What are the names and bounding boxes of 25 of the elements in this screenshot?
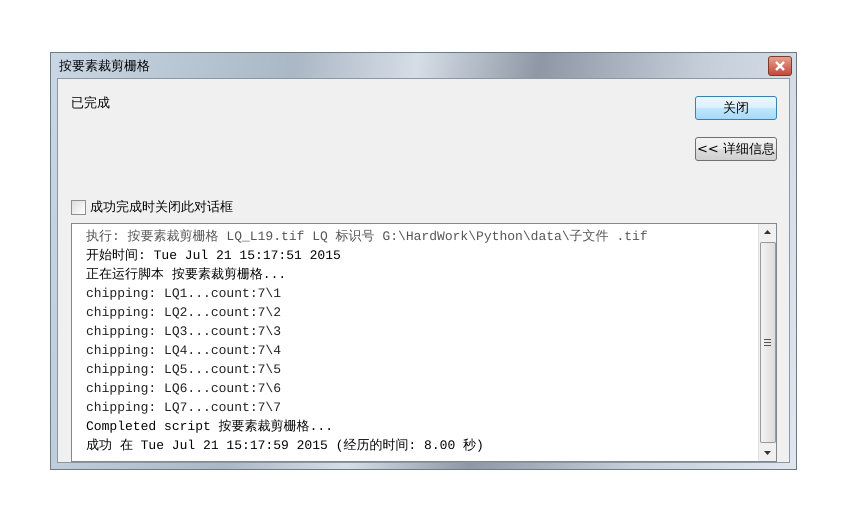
checkbox-label[interactable]: 成功完成时关闭此对话框 (90, 198, 233, 216)
close-icon (775, 60, 785, 70)
log-line: chipping: LQ2...count:7\2 (86, 304, 282, 322)
grip-icon (764, 338, 771, 346)
log-line: chipping: LQ6...count:7\6 (86, 380, 282, 398)
log-line: chipping: LQ4...count:7\4 (86, 342, 282, 360)
log-line: chipping: LQ5...count:7\5 (86, 360, 282, 379)
log-line: 执行: 按要素裁剪栅格 LQ_L19.tif LQ 标识号 G:\HardWork\Python\data\子文件 .tif (86, 228, 648, 246)
log-line: chipping: LQ7...count:7\7 (86, 398, 282, 417)
scrollbar[interactable] (758, 224, 776, 461)
log-line: 成功 在 Tue Jul 21 15:17:59 2015 (经历的时间: 8.00 秒) (86, 436, 484, 455)
log-line: chipping: LQ3...count:7\3 (86, 322, 282, 341)
log-line: chipping: LQ1...count:7\1 (86, 284, 282, 303)
window-title: 按要素裁剪栅格 (58, 58, 150, 74)
dialog-button[interactable]: 关闭 (695, 96, 777, 120)
log-line: 正在运行脚本 按要素裁剪栅格... (86, 266, 286, 284)
scrollbar-thumb[interactable] (760, 242, 776, 443)
scroll-up-icon[interactable] (764, 230, 771, 234)
log-line: 开始时间: Tue Jul 21 15:17:51 2015 (86, 246, 341, 265)
status-text: 已完成 (71, 95, 110, 113)
log-line: Completed script 按要素裁剪栅格... (86, 418, 334, 436)
close-button[interactable] (768, 56, 792, 76)
scroll-down-icon[interactable] (764, 450, 771, 454)
checkbox[interactable] (71, 200, 86, 215)
dialog-button[interactable]: << 详细信息 (695, 137, 777, 161)
